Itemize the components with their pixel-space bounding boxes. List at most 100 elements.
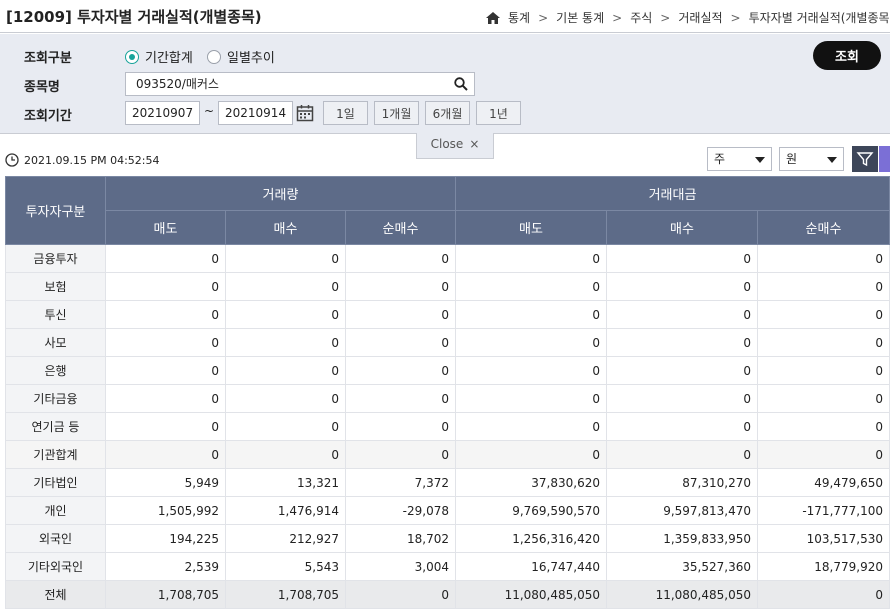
investor-name-cell: 은행 <box>5 356 106 385</box>
value-cell: 0 <box>455 412 607 441</box>
table-row[interactable]: 기타금융 0 0 0 0 0 0 <box>5 384 890 413</box>
investor-name-cell: 기타법인 <box>5 468 106 497</box>
table-row[interactable]: 사모 0 0 0 0 0 0 <box>5 328 890 357</box>
value-cell: 0 <box>757 384 890 413</box>
value-cell: 0 <box>225 384 346 413</box>
column-header[interactable]: 순매수 <box>345 210 456 245</box>
radio-checked-icon[interactable] <box>125 49 139 64</box>
value-cell: 0 <box>606 300 758 329</box>
breadcrumb-item[interactable]: 기본 통계 <box>556 9 604 26</box>
value-cell: 0 <box>757 272 890 301</box>
period-1day-button[interactable]: 1일 <box>323 101 368 125</box>
stock-search-input[interactable]: 093520/매커스 <box>125 72 475 96</box>
investor-name-cell: 투신 <box>5 300 106 329</box>
table-row[interactable]: 외국인 194,225 212,927 18,702 1,256,316,420 1,35… <box>5 524 890 553</box>
chevron-down-icon <box>755 157 765 163</box>
export-button[interactable] <box>879 146 890 172</box>
chevron-right-icon: > <box>660 10 671 25</box>
value-cell: 0 <box>225 328 346 357</box>
table-row[interactable]: 투신 0 0 0 0 0 0 <box>5 300 890 329</box>
column-header[interactable]: 매도 <box>105 210 226 245</box>
radio-period-sum[interactable]: 기간합계 <box>125 47 193 66</box>
investor-name-cell: 기타외국인 <box>5 552 106 581</box>
value-cell: 0 <box>606 356 758 385</box>
table-row[interactable]: 은행 0 0 0 0 0 0 <box>5 356 890 385</box>
value-cell: 1,708,705 <box>105 580 226 609</box>
value-cell: 0 <box>606 384 758 413</box>
chevron-down-icon <box>827 157 837 163</box>
period-1year-button[interactable]: 1년 <box>476 101 521 125</box>
funnel-icon <box>856 152 874 167</box>
table-row[interactable]: 기타외국인 2,539 5,543 3,004 16,747,440 35,527,360… <box>5 552 890 581</box>
radio-period-label: 기간합계 <box>145 51 193 66</box>
breadcrumb-item[interactable]: 주식 <box>630 9 652 26</box>
share-unit-select[interactable]: 주 <box>707 147 772 171</box>
investor-name-cell: 전체 <box>5 580 106 609</box>
table-row[interactable]: 전체 1,708,705 1,708,705 0 11,080,485,050 11,08… <box>5 580 890 609</box>
table-row[interactable]: 금융투자 0 0 0 0 0 0 <box>5 244 890 273</box>
currency-unit-select[interactable]: 원 <box>779 147 844 171</box>
table-row[interactable]: 연기금 등000000 <box>5 412 890 441</box>
value-cell: 2,539 <box>105 552 226 581</box>
value-cell: 1,256,316,420 <box>455 524 607 553</box>
investor-name-cell: 사모 <box>5 328 106 357</box>
column-header[interactable]: 순매수 <box>757 210 890 245</box>
chevron-right-icon: > <box>730 10 741 25</box>
search-icon[interactable] <box>454 77 468 91</box>
value-cell: 0 <box>455 244 607 273</box>
breadcrumb-item[interactable]: 투자자별 거래실적(개별종목 <box>749 9 890 26</box>
table-row[interactable]: 보험 0 0 0 0 0 0 <box>5 272 890 301</box>
value-cell: 16,747,440 <box>455 552 607 581</box>
investor-name-cell: 기관합계 <box>5 440 106 469</box>
column-header[interactable]: 매수 <box>606 210 758 245</box>
value-cell: 0 <box>757 440 890 469</box>
table-row[interactable]: 개인 1,505,992 1,476,914 -29,078 9,769,590,570… <box>5 496 890 525</box>
inquiry-button[interactable]: 조회 <box>813 41 881 70</box>
radio-unchecked-icon[interactable] <box>207 49 221 64</box>
investor-name-cell: 보험 <box>5 272 106 301</box>
chevron-right-icon: > <box>612 10 623 25</box>
table-row[interactable]: 기타법인 5,949 13,321 7,372 37,830,620 87,310,270… <box>5 468 890 497</box>
value-cell: 0 <box>455 356 607 385</box>
calendar-icon[interactable] <box>296 104 314 122</box>
chevron-right-icon: > <box>538 10 549 25</box>
query-timestamp: 2021.09.15 PM 04:52:54 <box>5 153 160 167</box>
end-date-input[interactable]: 20210914 <box>218 101 293 125</box>
investor-trading-table: 투자자구분 거래량 거래대금 매도 매수 순매수 매도 매수 순매수 금융투자 0… <box>5 176 890 609</box>
value-cell: 0 <box>757 328 890 357</box>
radio-daily-trend[interactable]: 일별추이 <box>207 47 275 66</box>
value-cell: 18,779,920 <box>757 552 890 581</box>
value-cell: 11,080,485,050 <box>455 580 607 609</box>
clock-icon <box>5 153 19 167</box>
volume-group-header: 거래량 <box>105 176 456 211</box>
page-title: [12009] 투자자별 거래실적(개별종목) <box>6 8 262 26</box>
breadcrumb-item[interactable]: 통계 <box>508 9 530 26</box>
value-cell: 212,927 <box>225 524 346 553</box>
value-cell: 7,372 <box>345 468 456 497</box>
period-6month-button[interactable]: 6개월 <box>425 101 470 125</box>
title-bar: [12009] 투자자별 거래실적(개별종목) 통계 > 기본 통계 > 주식 … <box>0 0 890 33</box>
date-separator: ~ <box>204 104 215 118</box>
value-cell: 37,830,620 <box>455 468 607 497</box>
table-row[interactable]: 기관합계 0 0 0 0 0 0 <box>5 440 890 469</box>
start-date-input[interactable]: 20210907 <box>125 101 200 125</box>
investor-name-cell: 개인 <box>5 496 106 525</box>
column-header[interactable]: 매수 <box>225 210 346 245</box>
value-cell: 0 <box>225 412 346 441</box>
period-1month-button[interactable]: 1개월 <box>374 101 419 125</box>
close-filter-tab[interactable]: Close × <box>416 133 494 159</box>
value-cell: 0 <box>105 356 226 385</box>
filter-button[interactable] <box>852 146 878 172</box>
home-icon[interactable] <box>486 11 500 24</box>
value-cell: 0 <box>105 440 226 469</box>
value-cell: 9,597,813,470 <box>606 496 758 525</box>
value-cell: 0 <box>345 244 456 273</box>
value-cell: 3,004 <box>345 552 456 581</box>
column-header[interactable]: 매도 <box>455 210 607 245</box>
value-cell: 194,225 <box>105 524 226 553</box>
value-cell: 5,949 <box>105 468 226 497</box>
close-label: Close <box>430 137 464 151</box>
share-unit-value: 주 <box>714 152 726 166</box>
breadcrumb-item[interactable]: 거래실적 <box>678 9 722 26</box>
value-cell: 0 <box>225 440 346 469</box>
